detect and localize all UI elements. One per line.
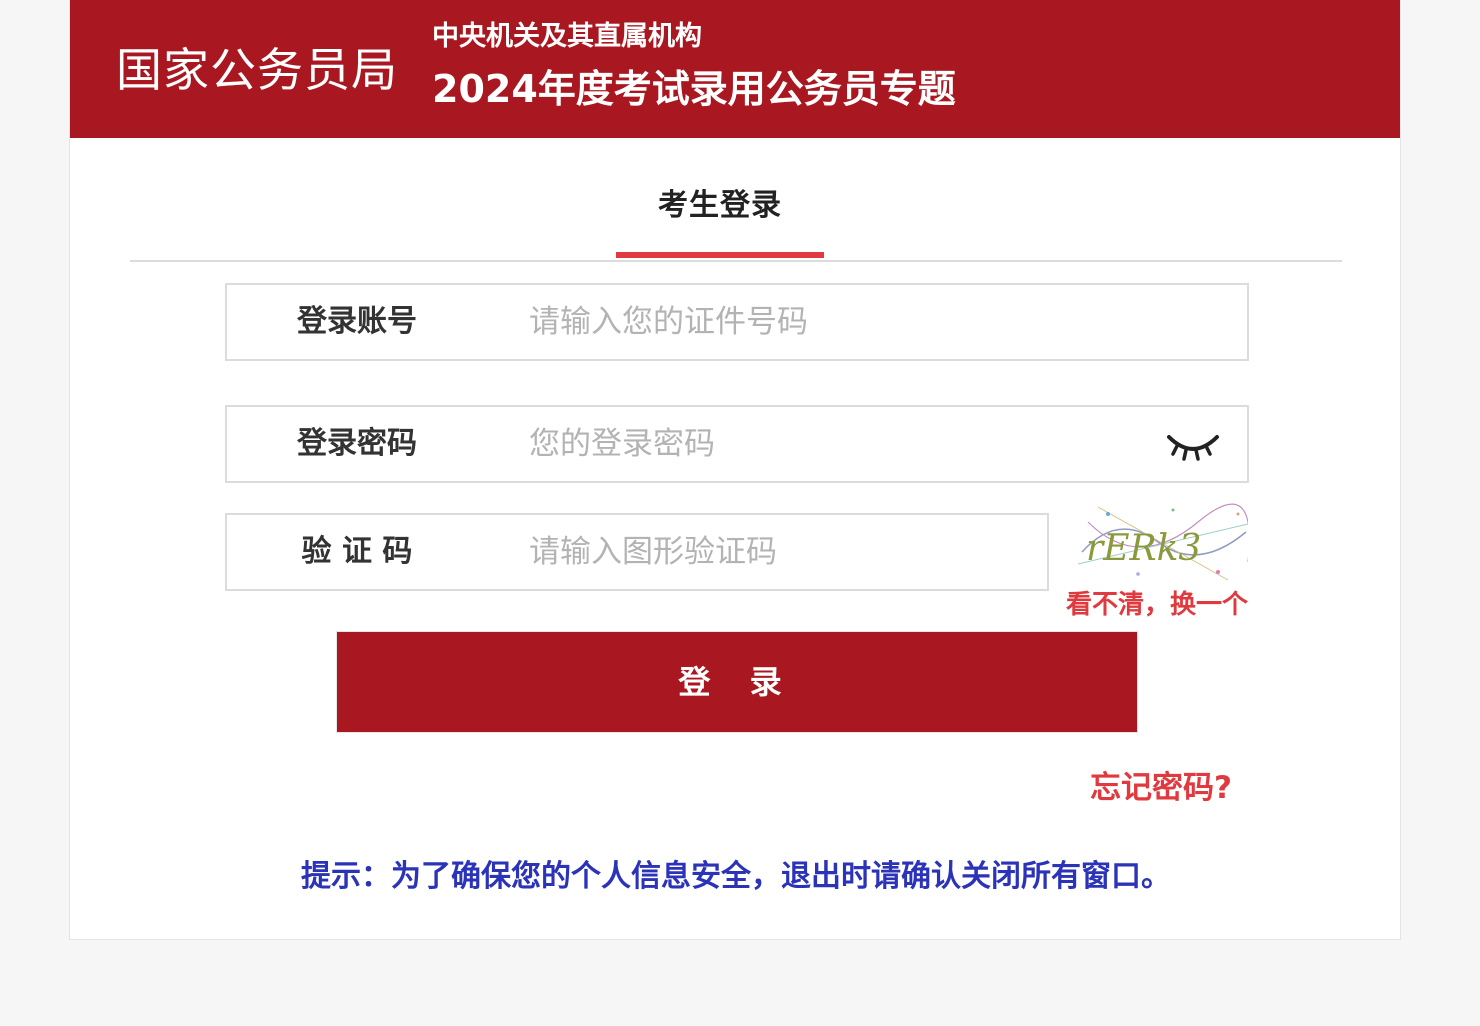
security-hint: 提示：为了确保您的个人信息安全，退出时请确认关闭所有窗口。 [301,859,1171,894]
captcha-refresh-link[interactable]: 看不清，换一个 [1060,584,1248,621]
password-field: 登录密码 [225,405,1249,483]
eye-closed-icon[interactable] [1165,429,1221,463]
org-subtitle: 中央机关及其直属机构 [432,21,702,52]
password-label: 登录密码 [297,426,417,461]
tab-candidate-login[interactable]: 考生登录 [616,168,824,258]
captcha-input[interactable] [529,527,1089,577]
password-input[interactable] [529,419,1089,469]
captcha-field: 验 证 码 [225,513,1089,591]
captcha-image[interactable]: rERk3 [1078,502,1248,584]
account-input[interactable] [529,297,1089,347]
topic-title: 2024年度考试录用公务员专题 [432,67,956,111]
tab-candidate-login-label: 考生登录 [658,188,782,223]
org-name: 国家公务员局 [116,43,398,97]
login-tab-bar: 考生登录 [130,168,1342,262]
captcha-label: 验 证 码 [301,534,413,569]
forgot-password-link[interactable]: 忘记密码? [1060,766,1232,810]
captcha-glyphs: rERk3 [1086,528,1201,569]
site-header: 国家公务员局 中央机关及其直属机构 2024年度考试录用公务员专题 [70,0,1400,138]
login-button[interactable]: 登 录 [336,631,1138,733]
account-label: 登录账号 [297,304,417,339]
account-field: 登录账号 [225,283,1249,361]
login-card: 国家公务员局 中央机关及其直属机构 2024年度考试录用公务员专题 考生登录 登… [69,0,1401,940]
